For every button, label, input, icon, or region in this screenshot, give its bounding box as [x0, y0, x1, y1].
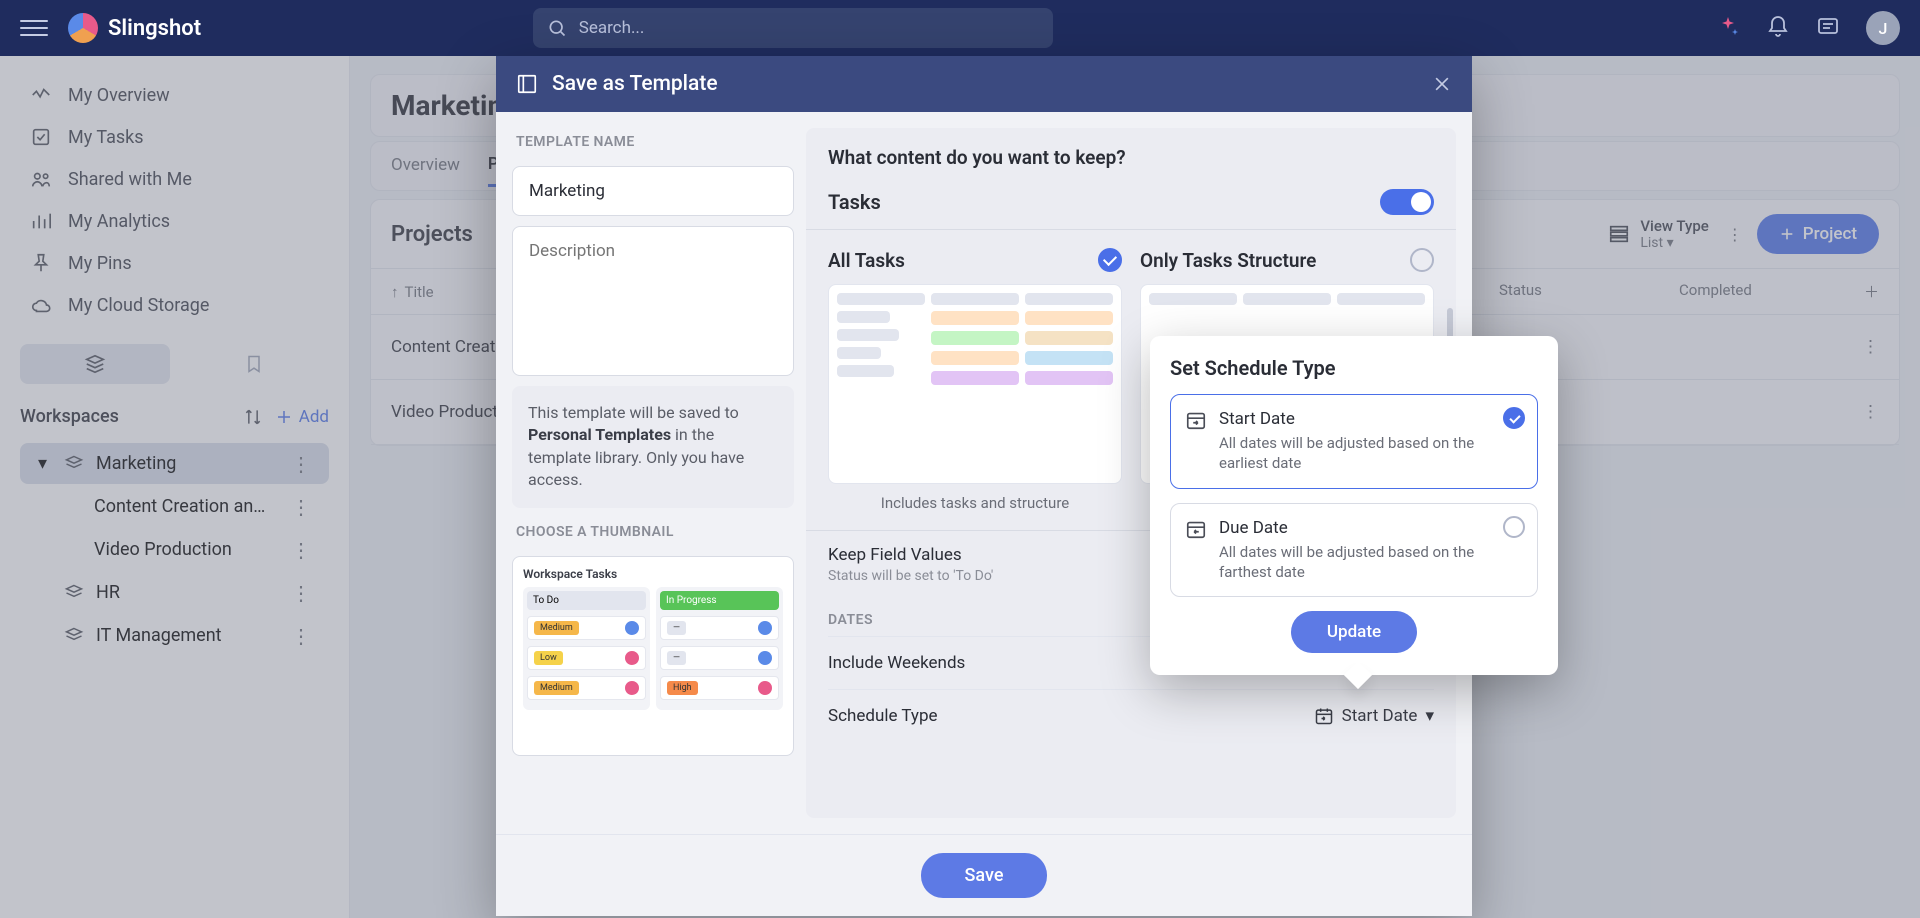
- only-structure-label: Only Tasks Structure: [1140, 249, 1316, 272]
- tasks-toggle[interactable]: [1380, 189, 1434, 215]
- app-logo: Slingshot: [68, 13, 201, 43]
- save-button[interactable]: Save: [921, 853, 1048, 898]
- search-icon: [547, 18, 567, 38]
- template-hint: This template will be saved to Personal …: [512, 386, 794, 508]
- menu-icon[interactable]: [20, 14, 48, 42]
- all-tasks-label: All Tasks: [828, 249, 905, 272]
- avatar[interactable]: J: [1866, 11, 1900, 45]
- radio-checked-icon: [1503, 407, 1525, 429]
- popover-title: Set Schedule Type: [1170, 356, 1538, 380]
- only-structure-radio[interactable]: [1410, 248, 1434, 272]
- template-description-input[interactable]: [512, 226, 794, 376]
- thumbnail-preview[interactable]: Workspace Tasks To Do Medium Low Medium …: [512, 556, 794, 756]
- template-icon: [516, 73, 538, 95]
- thumbnail-label: CHOOSE A THUMBNAIL: [512, 518, 794, 546]
- app-name: Slingshot: [108, 16, 201, 41]
- chevron-down-icon: ▾: [1425, 706, 1434, 726]
- logo-mark-icon: [68, 13, 98, 43]
- chat-icon[interactable]: [1816, 15, 1842, 41]
- calendar-icon: [1314, 706, 1334, 726]
- all-tasks-radio[interactable]: [1098, 248, 1122, 272]
- all-tasks-caption: Includes tasks and structure: [828, 494, 1122, 512]
- tasks-label: Tasks: [828, 190, 881, 214]
- bell-icon[interactable]: [1766, 15, 1792, 41]
- all-tasks-preview: [828, 284, 1122, 484]
- modal-title: Save as Template: [552, 72, 718, 96]
- radio-icon: [1503, 516, 1525, 538]
- schedule-option-start[interactable]: Start DateAll dates will be adjusted bas…: [1170, 394, 1538, 489]
- content-question: What content do you want to keep?: [828, 146, 1434, 169]
- top-bar: Slingshot J: [0, 0, 1920, 56]
- template-name-label: TEMPLATE NAME: [512, 128, 794, 156]
- schedule-type-popover: Set Schedule Type Start DateAll dates wi…: [1150, 336, 1558, 675]
- schedule-option-due[interactable]: Due DateAll dates will be adjusted based…: [1170, 503, 1538, 598]
- template-name-input[interactable]: [512, 166, 794, 216]
- calendar-start-icon: [1185, 409, 1207, 474]
- search-input[interactable]: [533, 8, 1053, 48]
- schedule-type-row[interactable]: Schedule Type Start Date ▾: [828, 689, 1434, 742]
- calendar-due-icon: [1185, 518, 1207, 583]
- update-button[interactable]: Update: [1291, 611, 1417, 653]
- close-icon[interactable]: [1432, 74, 1452, 94]
- sparkle-icon[interactable]: [1716, 15, 1742, 41]
